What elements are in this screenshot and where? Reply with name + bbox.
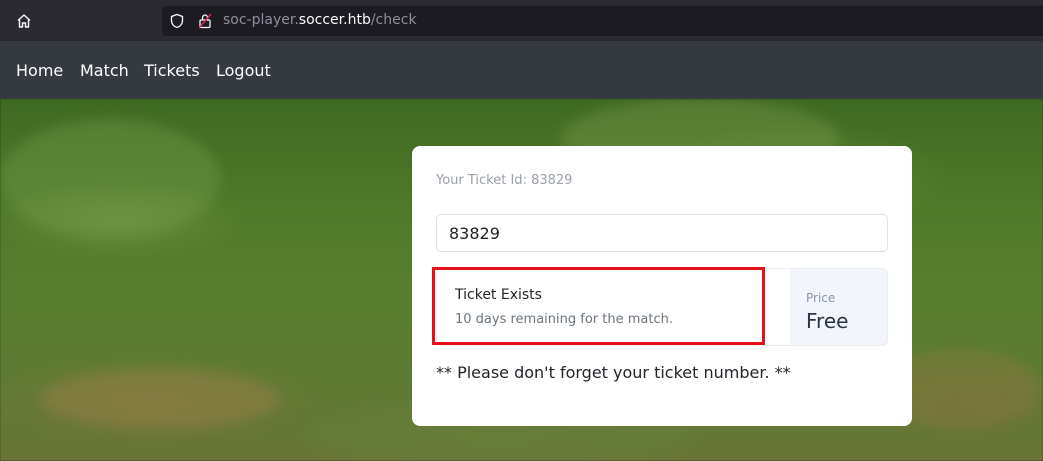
ticket-price: Price Free bbox=[790, 269, 887, 345]
url-path: /check bbox=[370, 12, 417, 28]
lock-icon[interactable] bbox=[198, 13, 212, 33]
home-button[interactable] bbox=[10, 8, 38, 34]
ticket-status-title: Ticket Exists bbox=[455, 287, 542, 303]
nav-tickets-link[interactable]: Tickets bbox=[144, 61, 200, 80]
url-bar[interactable]: soc-player.soccer.htb/check bbox=[162, 6, 1043, 36]
nav-match-link[interactable]: Match bbox=[80, 61, 129, 80]
url-text[interactable]: soc-player.soccer.htb/check bbox=[223, 12, 417, 28]
shield-icon[interactable] bbox=[169, 13, 185, 33]
ticket-id-label: Your Ticket Id: 83829 bbox=[436, 173, 573, 188]
ticket-status: Ticket Exists 10 days remaining for the … bbox=[437, 269, 790, 345]
ticket-result: Ticket Exists 10 days remaining for the … bbox=[436, 268, 888, 346]
nav-home-link[interactable]: Home bbox=[16, 61, 63, 80]
url-prefix: soc-player. bbox=[223, 12, 299, 28]
price-label: Price bbox=[806, 291, 836, 305]
ticket-note: ** Please don't forget your ticket numbe… bbox=[436, 363, 791, 382]
site-navbar: Home Match Tickets Logout bbox=[0, 41, 1043, 99]
ticket-status-subtitle: 10 days remaining for the match. bbox=[455, 312, 673, 327]
url-domain: soccer.htb bbox=[298, 12, 371, 28]
ticket-id-input[interactable] bbox=[436, 214, 888, 252]
ticket-check-card: Your Ticket Id: 83829 Ticket Exists 10 d… bbox=[412, 146, 912, 426]
price-value: Free bbox=[806, 309, 849, 333]
home-icon bbox=[17, 14, 31, 28]
nav-logout-link[interactable]: Logout bbox=[216, 61, 271, 80]
browser-toolbar: soc-player.soccer.htb/check bbox=[0, 0, 1043, 41]
